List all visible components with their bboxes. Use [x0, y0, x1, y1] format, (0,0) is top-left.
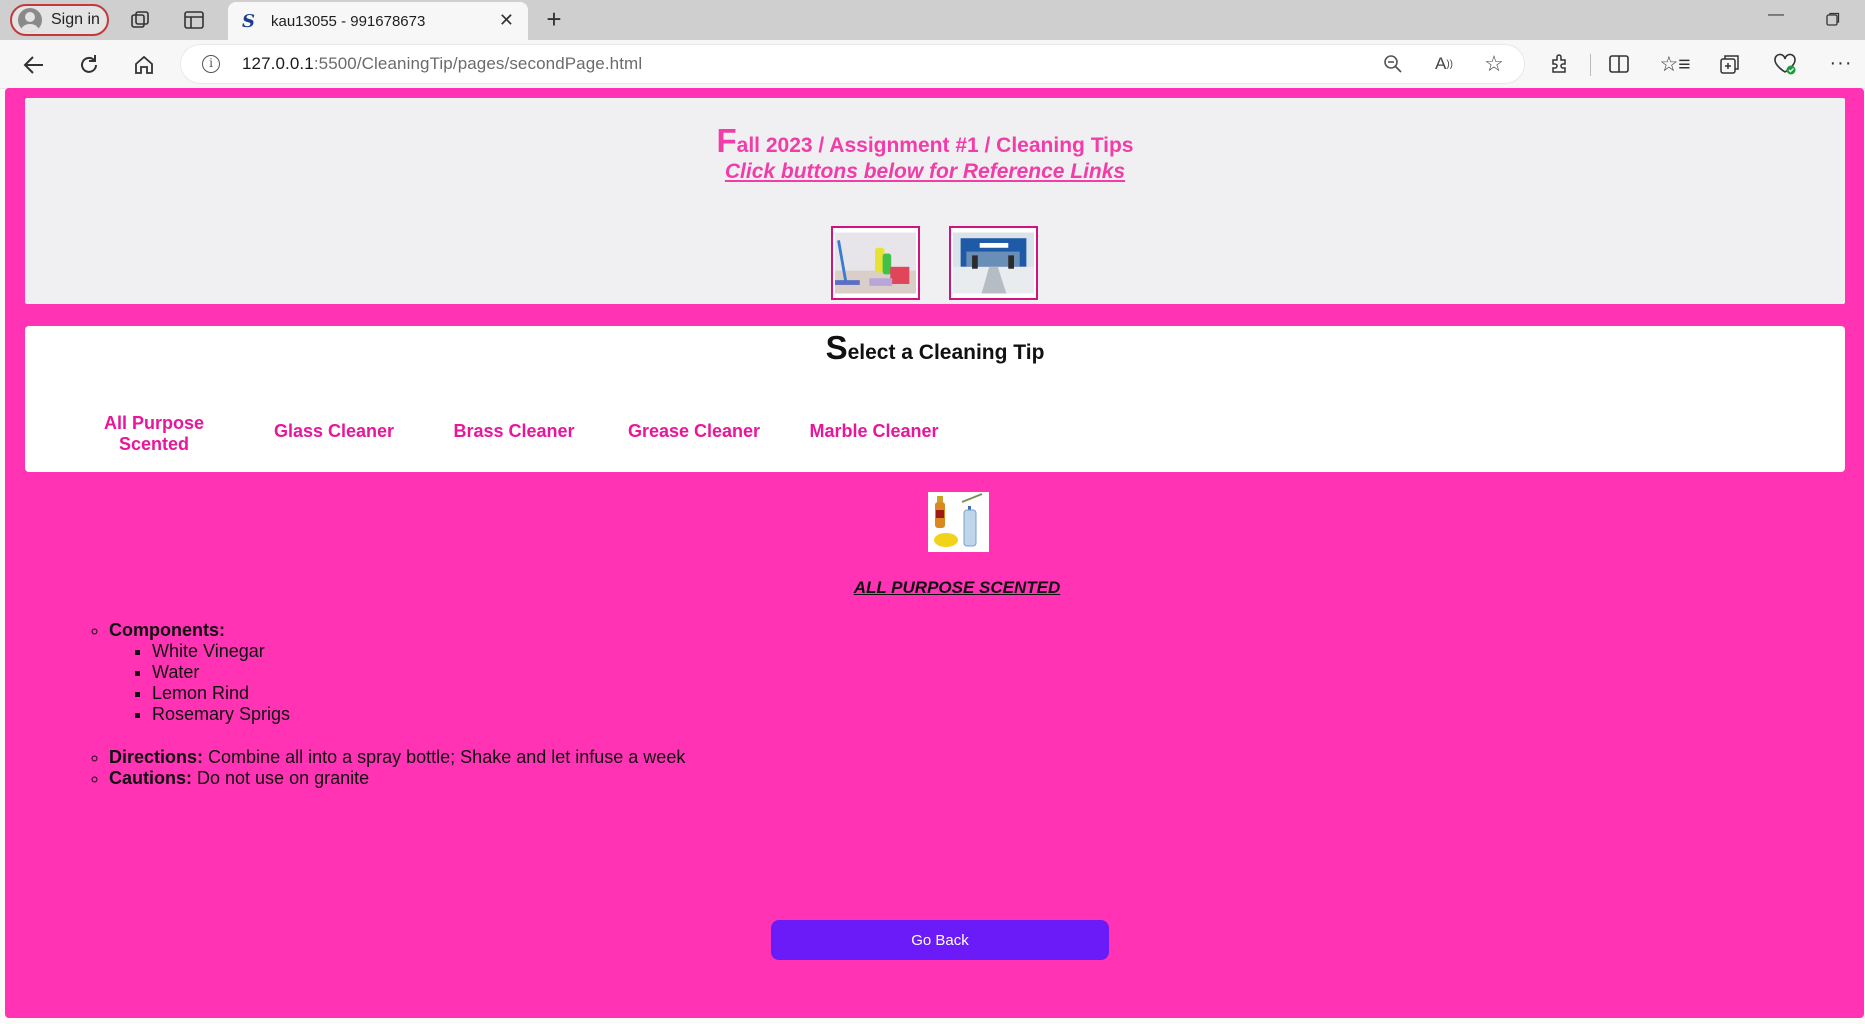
tab-title: kau13055 - 991678673 — [271, 12, 426, 30]
address-bar[interactable]: i 127.0.0.1:5500/CleaningTip/pages/secon… — [180, 44, 1525, 84]
collections-icon[interactable] — [1718, 52, 1742, 76]
page-body: Fall 2023 / Assignment #1 / Cleaning Tip… — [5, 88, 1864, 1018]
extensions-icon[interactable] — [1547, 52, 1571, 76]
component-item: Rosemary Sprigs — [152, 704, 685, 725]
new-tab-icon[interactable]: + — [541, 4, 567, 34]
zoom-out-icon[interactable] — [1382, 53, 1404, 75]
more-icon[interactable]: ··· — [1828, 50, 1854, 76]
tip-link-glass-cleaner[interactable]: Glass Cleaner — [259, 421, 409, 442]
sign-in-label: Sign in — [51, 11, 100, 28]
split-screen-icon[interactable] — [1607, 52, 1631, 76]
minimize-icon[interactable]: — — [1768, 6, 1784, 24]
components-item: Components: White Vinegar Water Lemon Ri… — [109, 620, 685, 725]
cautions-text: Do not use on granite — [197, 768, 370, 788]
cautions-item: Cautions: Do not use on granite — [109, 768, 685, 789]
home-icon[interactable] — [131, 52, 157, 78]
reference-link-button-cleaning[interactable] — [831, 226, 920, 300]
refresh-icon[interactable] — [76, 52, 102, 78]
tip-link-marble-cleaner[interactable]: Marble Cleaner — [799, 421, 949, 442]
tip-link-all-purpose[interactable]: All Purpose Scented — [95, 413, 213, 455]
url-text: 127.0.0.1:5500/CleaningTip/pages/secondP… — [242, 54, 643, 73]
active-tab[interactable]: S kau13055 - 991678673 ✕ — [228, 2, 528, 40]
page-title: Fall 2023 / Assignment #1 / Cleaning Tip… — [716, 122, 1134, 159]
profile-avatar-icon — [18, 8, 42, 32]
directions-label: Directions: — [109, 747, 204, 767]
browser-essentials-icon[interactable] — [1772, 51, 1798, 77]
browser-toolbar: i 127.0.0.1:5500/CleaningTip/pages/secon… — [0, 40, 1865, 89]
select-tip-panel: Select a Cleaning Tip All Purpose Scented… — [25, 326, 1845, 472]
favorite-star-icon[interactable]: ☆ — [1482, 51, 1506, 76]
walmart-store-image — [953, 232, 1034, 294]
reference-link-button-walmart[interactable] — [949, 226, 1038, 300]
tip-link-brass-cleaner[interactable]: Brass Cleaner — [439, 421, 589, 442]
cleaning-supplies-image — [835, 232, 916, 294]
directions-item: Directions: Combine all into a spray bot… — [109, 747, 685, 768]
close-tab-icon[interactable]: ✕ — [499, 10, 514, 31]
tip-heading: ALL PURPOSE SCENTED — [853, 578, 1061, 597]
go-back-button[interactable]: Go Back — [771, 920, 1109, 960]
toolbar-divider — [1590, 54, 1591, 76]
tip-details: Components: White Vinegar Water Lemon Ri… — [89, 620, 685, 789]
sign-in-button[interactable]: Sign in — [10, 4, 109, 36]
favorites-icon[interactable]: ☆≡ — [1659, 51, 1690, 77]
vertical-tabs-icon[interactable] — [181, 8, 207, 32]
site-favicon-icon: S — [242, 10, 255, 32]
read-aloud-icon[interactable]: A)) — [1432, 53, 1456, 75]
component-item: Lemon Rind — [152, 683, 685, 704]
components-label: Components: — [109, 620, 225, 640]
component-item: White Vinegar — [152, 641, 685, 662]
cautions-label: Cautions: — [109, 768, 192, 788]
workspaces-icon[interactable] — [128, 8, 154, 32]
select-tip-title: Select a Cleaning Tip — [825, 329, 1045, 366]
all-purpose-ingredients-image — [928, 492, 989, 552]
back-icon[interactable] — [21, 52, 47, 78]
restore-icon[interactable] — [1824, 10, 1842, 28]
directions-text: Combine all into a spray bottle; Shake a… — [208, 747, 686, 767]
browser-tab-strip: Sign in S kau13055 - 991678673 ✕ + — — [0, 0, 1865, 40]
page-subtitle: Click buttons below for Reference Links — [724, 160, 1126, 183]
tip-link-grease-cleaner[interactable]: Grease Cleaner — [619, 421, 769, 442]
component-item: Water — [152, 662, 685, 683]
site-info-icon[interactable]: i — [202, 55, 220, 73]
